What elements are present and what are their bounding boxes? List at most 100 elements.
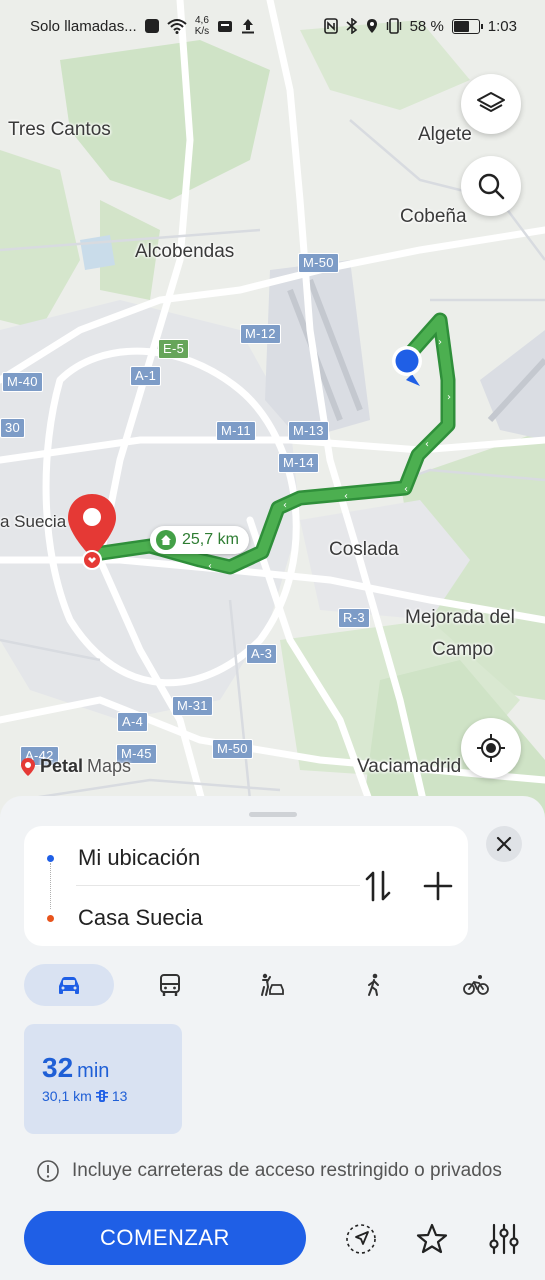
navigation-arrow-icon [346,1224,376,1254]
place-coslada: Coslada [329,539,399,560]
layers-button[interactable] [461,74,521,134]
svg-text:‹: ‹ [425,439,429,450]
bluetooth-icon [346,18,357,34]
net-speed: 4,6 K/s [195,15,209,37]
net-speed-value: 4,6 [195,15,209,26]
road-shield-m50-south: M-50 [212,739,253,759]
road-shield-m31: M-31 [172,696,213,716]
route-points-card: Mi ubicación Casa Suecia [24,826,468,946]
destination-pin[interactable] [66,492,118,572]
svg-text:‹: ‹ [208,561,212,572]
net-speed-unit: K/s [194,26,210,37]
clock: 1:03 [487,17,517,35]
petal-maps-logo: Petal Maps [20,756,131,777]
road-shield-r3: R-3 [338,608,370,628]
svg-text:›: › [438,337,442,348]
restricted-roads-notice: Incluye carreteras de acceso restringido… [36,1158,516,1202]
walk-icon [368,973,379,996]
origin-row[interactable]: Mi ubicación [24,829,364,887]
notice-text: Incluye carreteras de acceso restringido… [72,1160,502,1181]
carrier-text: Solo llamadas... [30,17,137,35]
bus-icon [160,974,180,996]
tab-car[interactable] [24,964,114,1006]
taxi-hail-icon [261,973,284,996]
place-vaciamadrid: Vaciamadrid [357,756,462,777]
crosshair-icon [477,734,505,762]
duration-unit: min [77,1060,110,1082]
road-shield-m40: M-40 [2,372,43,392]
route-preferences-button[interactable] [484,1219,524,1259]
my-location-button[interactable] [461,718,521,778]
bike-icon [463,975,489,995]
battery-icon [451,18,483,34]
svg-text:‹: ‹ [404,484,408,495]
car-icon [59,977,79,994]
media-icon [218,21,233,32]
route-bottom-sheet: Mi ubicación Casa Suecia 32 min 30,1 km … [0,796,545,1280]
destination-row[interactable]: Casa Suecia [24,889,364,947]
favorite-button[interactable] [412,1219,452,1259]
vibrate-icon [386,18,401,34]
place-casa-suecia: a Suecia [0,512,67,531]
petal-brand-text: Petal [40,756,84,776]
route-distance-value: 30,1 km [42,1088,92,1104]
svg-text:‹: ‹ [344,491,348,502]
notification-icon [144,19,159,33]
destination-text: Casa Suecia [78,905,203,930]
route-divider [76,885,360,886]
duration-value: 32 [42,1052,74,1083]
home-icon [156,530,176,550]
svg-text:›: › [447,392,451,403]
place-mejorada-line2: Campo [432,639,494,660]
petal-pin-icon [21,757,35,776]
road-shield-a4: A-4 [117,712,149,732]
star-icon [416,1223,448,1254]
route-distance-text: 25,7 km [182,531,239,548]
road-shield-m14: M-14 [278,453,319,473]
start-navigation-button[interactable]: COMENZAR [24,1211,306,1265]
map-view[interactable]: ‹ ‹ ‹ ‹ ‹ › › Tres Cantos Algete Cobeña … [0,0,545,830]
maps-brand-text: Maps [87,756,132,776]
svg-text:‹: ‹ [283,500,287,511]
close-icon [496,836,512,852]
place-alcobendas: Alcobendas [135,241,235,262]
sheet-drag-handle[interactable] [249,812,297,817]
origin-text: Mi ubicación [78,845,201,870]
current-location-marker [392,346,422,386]
tab-walk[interactable] [354,964,394,1006]
tab-taxi[interactable] [252,964,292,1006]
status-bar: Solo llamadas... 4,6 K/s 58 % 1:03 [0,0,545,52]
transport-mode-tabs [24,964,524,1006]
road-shield-a3: A-3 [246,644,278,664]
route-option-card[interactable]: 32 min 30,1 km 13 [24,1024,182,1134]
road-shield-m12: M-12 [240,324,281,344]
layers-icon [477,92,505,112]
tab-transit[interactable] [150,964,190,1006]
search-button[interactable] [461,156,521,216]
swap-button[interactable] [358,866,398,906]
place-mejorada-line1: Mejorada del [405,607,515,628]
place-algete: Algete [418,124,472,145]
add-stop-button[interactable] [418,866,458,906]
origin-dot [47,854,54,862]
traffic-light-count: 13 [111,1088,128,1104]
route-preview-button[interactable] [341,1219,381,1259]
road-shield-m30: 30 [0,418,26,438]
search-icon [478,173,505,200]
location-status-icon [366,19,377,33]
nfc-icon [323,18,338,34]
plus-icon [423,871,453,901]
road-shield-m50: M-50 [298,253,339,273]
traffic-light-icon [95,1090,108,1102]
road-shield-m11: M-11 [216,421,256,441]
route-distance-badge: 25,7 km [150,526,249,554]
swap-arrows-icon [365,870,391,902]
close-button[interactable] [486,826,522,862]
place-cobena: Cobeña [400,206,467,227]
info-icon [37,1160,59,1182]
road-shield-m13: M-13 [288,421,329,441]
road-shield-e5: E-5 [158,339,190,359]
tab-bike[interactable] [456,964,496,1006]
route-duration: 32 min [42,1052,109,1084]
route-meta: 30,1 km 13 [42,1088,127,1104]
